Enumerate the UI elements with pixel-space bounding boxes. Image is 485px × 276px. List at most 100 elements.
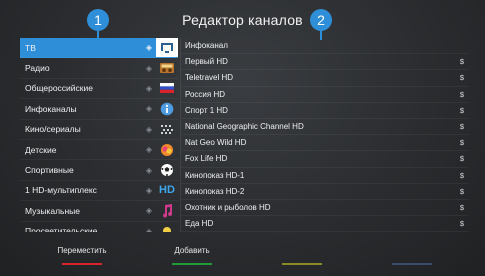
channel-item[interactable]: Охотник и рыболов HD $ xyxy=(181,200,469,217)
category-item[interactable]: Радио ◈ xyxy=(20,58,178,79)
channel-name: Fox Life HD xyxy=(185,154,228,164)
category-icon-box xyxy=(156,160,178,179)
category-label: Общероссийские xyxy=(25,83,93,94)
category-label: Спортивные xyxy=(25,165,74,176)
channel-name: Охотник и рыболов HD xyxy=(185,202,271,212)
yellow-button-color-bar xyxy=(282,263,322,265)
music-note-icon xyxy=(161,203,173,218)
russia-flag-icon xyxy=(159,82,175,94)
channel-name: Спорт 1 HD xyxy=(185,105,228,115)
category-item[interactable]: Просветительские ◈ xyxy=(20,222,178,232)
add-button[interactable]: Добавить xyxy=(152,246,232,266)
channel-name: Первый HD xyxy=(185,57,228,67)
move-button[interactable]: Переместить xyxy=(42,246,122,266)
channel-name: Nat Geo Wild HD xyxy=(185,138,247,148)
category-item[interactable]: Общероссийские ◈ xyxy=(20,79,178,100)
paid-channel-icon: $ xyxy=(459,122,465,132)
favorite-icon: ◈ xyxy=(145,63,153,73)
category-label: 1 HD-мультиплекс xyxy=(25,185,97,196)
paid-channel-icon: $ xyxy=(459,202,465,212)
paid-channel-icon: $ xyxy=(459,73,465,83)
category-item[interactable]: Инфоканалы ◈ xyxy=(20,99,178,120)
add-button-color-bar xyxy=(172,263,212,265)
paid-channel-icon: $ xyxy=(459,89,465,99)
category-item[interactable]: Музыкальные ◈ xyxy=(20,201,178,222)
paid-channel-icon: $ xyxy=(459,57,465,67)
category-label: Детские xyxy=(25,144,57,155)
lightbulb-icon xyxy=(161,225,173,232)
tv-icon xyxy=(160,42,174,54)
add-button-label: Добавить xyxy=(174,246,210,255)
channel-item[interactable]: Первый HD $ xyxy=(181,54,469,71)
category-icon-box xyxy=(156,140,178,159)
marker-1: 1 xyxy=(87,9,109,31)
category-label: Радио xyxy=(25,63,50,74)
category-label: ТВ xyxy=(25,42,36,53)
channel-name: Инфоканал xyxy=(185,41,228,51)
category-label: Инфоканалы xyxy=(25,103,77,114)
category-list: ТВ ◈ Радио ◈ Общероссийские ◈ Инфоканалы ◈ Кино/… xyxy=(20,38,178,232)
paid-channel-icon: $ xyxy=(459,138,465,148)
paid-channel-icon: $ xyxy=(459,105,465,115)
paid-channel-icon: $ xyxy=(459,154,465,164)
paid-channel-icon: $ xyxy=(459,170,465,180)
category-icon-box xyxy=(156,222,178,232)
channel-item[interactable]: Россия HD $ xyxy=(181,87,469,103)
channel-item[interactable]: Кинопоказ HD-2 $ xyxy=(181,184,469,200)
category-label: Музыкальные xyxy=(25,205,80,216)
category-icon-box xyxy=(156,99,178,118)
channel-item[interactable]: Еда HD $ xyxy=(181,216,469,232)
category-icon-box xyxy=(156,120,178,139)
info-icon xyxy=(160,102,174,116)
favorite-icon: ◈ xyxy=(145,165,153,175)
channel-name: Еда HD xyxy=(185,219,214,229)
category-label: Просветительские xyxy=(25,226,98,232)
kids-icon xyxy=(160,143,174,157)
blue-button-color-bar xyxy=(392,263,432,265)
radio-icon xyxy=(159,62,175,74)
category-item[interactable]: Спортивные ◈ xyxy=(20,160,178,181)
channel-name: National Geographic Channel HD xyxy=(185,122,304,132)
bottom-button-bar: Переместить Добавить xyxy=(0,246,485,276)
paid-channel-icon: $ xyxy=(459,186,465,196)
move-button-label: Переместить xyxy=(57,246,107,255)
blue-button[interactable] xyxy=(372,246,452,266)
channel-item[interactable]: Teletravel HD $ xyxy=(181,70,469,87)
channel-item[interactable]: Nat Geo Wild HD $ xyxy=(181,135,469,152)
category-item[interactable]: Детские ◈ xyxy=(20,140,178,161)
channel-item[interactable]: Кинопоказ HD-1 $ xyxy=(181,168,469,184)
category-icon-box xyxy=(156,79,178,98)
marker-2: 2 xyxy=(310,9,332,31)
channel-name: Россия HD xyxy=(185,89,226,99)
favorite-icon: ◈ xyxy=(145,124,153,134)
category-icon-box xyxy=(156,201,178,220)
move-button-color-bar xyxy=(62,263,102,265)
channel-name: Кинопоказ HD-2 xyxy=(185,186,245,196)
category-label: Кино/сериалы xyxy=(25,124,81,135)
channel-name: Teletravel HD xyxy=(185,73,234,83)
category-item[interactable]: 1 HD-мультиплекс ◈ HD xyxy=(20,181,178,202)
category-item[interactable]: Кино/сериалы ◈ xyxy=(20,120,178,140)
yellow-button[interactable] xyxy=(262,246,342,266)
soccer-ball-icon xyxy=(160,163,174,177)
channel-name: Кинопоказ HD-1 xyxy=(185,170,245,180)
category-icon-box xyxy=(156,38,178,58)
favorite-icon: ◈ xyxy=(145,185,153,195)
favorite-icon: ◈ xyxy=(145,226,153,232)
favorite-icon: ◈ xyxy=(145,145,153,155)
page-title: Редактор каналов xyxy=(182,12,303,28)
favorite-icon: ◈ xyxy=(145,206,153,216)
channel-list: Инфоканал Первый HD $ Teletravel HD $ Россия … xyxy=(180,38,469,232)
category-icon-box: HD xyxy=(156,181,178,200)
film-reel-icon xyxy=(159,123,175,135)
channel-item[interactable]: National Geographic Channel HD $ xyxy=(181,119,469,136)
favorite-icon: ◈ xyxy=(145,104,153,114)
favorite-icon: ◈ xyxy=(145,43,153,53)
channel-item[interactable]: Инфоканал xyxy=(181,38,469,55)
category-item[interactable]: ТВ ◈ xyxy=(20,38,178,59)
paid-channel-icon: $ xyxy=(459,219,465,229)
channel-item[interactable]: Спорт 1 HD $ xyxy=(181,103,469,119)
category-icon-box xyxy=(156,58,178,77)
favorite-icon: ◈ xyxy=(145,83,153,93)
channel-item[interactable]: Fox Life HD $ xyxy=(181,151,469,168)
